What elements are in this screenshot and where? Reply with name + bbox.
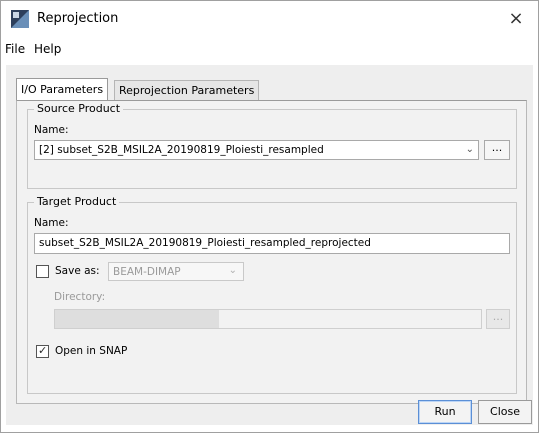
source-product-select[interactable]: [2] subset_S2B_MSIL2A_20190819_Ploiesti_… — [34, 140, 479, 160]
target-name-value: subset_S2B_MSIL2A_20190819_Ploiesti_resa… — [39, 237, 371, 249]
menu-help[interactable]: Help — [34, 42, 61, 56]
save-as-checkbox[interactable] — [36, 265, 49, 278]
format-value: BEAM-DIMAP — [113, 266, 181, 278]
window-title: Reprojection — [37, 11, 119, 26]
source-product-group: Source Product Name: [2] subset_S2B_MSIL… — [27, 102, 517, 189]
target-product-legend: Target Product — [34, 195, 120, 208]
tab-reprojection-parameters[interactable]: Reprojection Parameters — [114, 80, 260, 100]
target-name-field[interactable]: subset_S2B_MSIL2A_20190819_Ploiesti_resa… — [34, 233, 510, 254]
chevron-down-icon: ⌄ — [465, 144, 474, 155]
directory-browse-button[interactable]: ... — [486, 309, 510, 329]
dialog-content: I/O Parameters Reprojection Parameters S… — [6, 65, 533, 425]
io-parameters-panel: Source Product Name: [2] subset_S2B_MSIL… — [16, 100, 527, 404]
open-in-snap-label: Open in SNAP — [55, 345, 128, 357]
directory-field[interactable] — [54, 309, 482, 329]
run-button[interactable]: Run — [418, 400, 472, 424]
directory-label: Directory: — [54, 291, 106, 303]
reprojection-dialog: Reprojection × File Help I/O Parameters … — [0, 0, 539, 433]
target-name-label: Name: — [34, 217, 69, 229]
source-browse-button[interactable]: ... — [484, 140, 510, 160]
title-bar: Reprojection × — [1, 1, 538, 37]
chevron-down-icon: ⌄ — [228, 265, 237, 276]
check-icon: ✓ — [38, 344, 48, 357]
source-name-label: Name: — [34, 124, 69, 136]
snap-app-icon — [11, 10, 29, 28]
source-product-value: [2] subset_S2B_MSIL2A_20190819_Ploiesti_… — [39, 144, 324, 156]
tab-io-parameters[interactable]: I/O Parameters — [16, 78, 109, 101]
close-button[interactable]: Close — [478, 400, 532, 424]
source-product-legend: Source Product — [34, 102, 124, 115]
target-product-group: Target Product Name: subset_S2B_MSIL2A_2… — [27, 195, 517, 394]
close-icon[interactable]: × — [504, 7, 528, 31]
open-in-snap-checkbox[interactable]: ✓ — [36, 344, 49, 358]
menu-file[interactable]: File — [5, 42, 25, 56]
menu-bar: File Help — [1, 39, 538, 61]
save-as-label: Save as: — [55, 265, 100, 277]
format-select[interactable]: BEAM-DIMAP ⌄ — [108, 262, 244, 281]
directory-field-fill — [55, 310, 219, 328]
